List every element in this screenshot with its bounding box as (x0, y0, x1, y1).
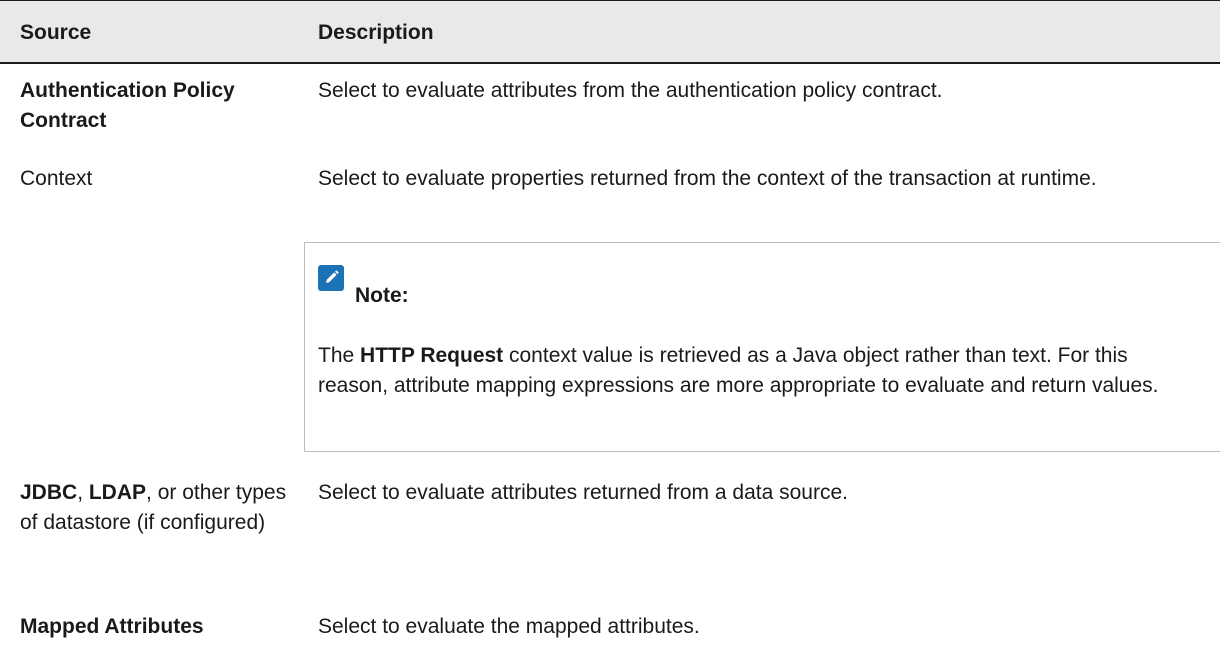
note-text-pre: The (318, 344, 361, 367)
note-text-bold: HTTP Request (360, 344, 504, 367)
note-title: Note: (355, 284, 409, 307)
source-cell: Context (20, 167, 93, 190)
source-cell: JDBC, LDAP, or other types of datastore … (20, 478, 305, 538)
note-body: The HTTP Request context value is retrie… (318, 341, 1198, 401)
source-jdbc: JDBC (20, 481, 78, 504)
source-ldap: LDAP (88, 481, 147, 504)
table-header-row: Source Description (0, 0, 1220, 64)
header-source: Source (20, 21, 92, 44)
pencil-note-icon (318, 265, 344, 291)
source-cell: Authentication Policy Contract (20, 79, 235, 132)
description-cell: Select to evaluate the mapped attributes… (318, 615, 700, 638)
attribute-source-table: Source Description Authentication Policy… (0, 0, 1220, 656)
description-cell: Select to evaluate attributes returned f… (318, 481, 848, 504)
note-callout: Note: The HTTP Request context value is … (304, 242, 1220, 452)
description-cell: Select to evaluate properties returned f… (318, 167, 1097, 190)
source-cell: Mapped Attributes (20, 615, 204, 638)
source-sep: , (77, 481, 89, 504)
header-description: Description (318, 21, 434, 44)
description-cell: Select to evaluate attributes from the a… (318, 79, 943, 102)
